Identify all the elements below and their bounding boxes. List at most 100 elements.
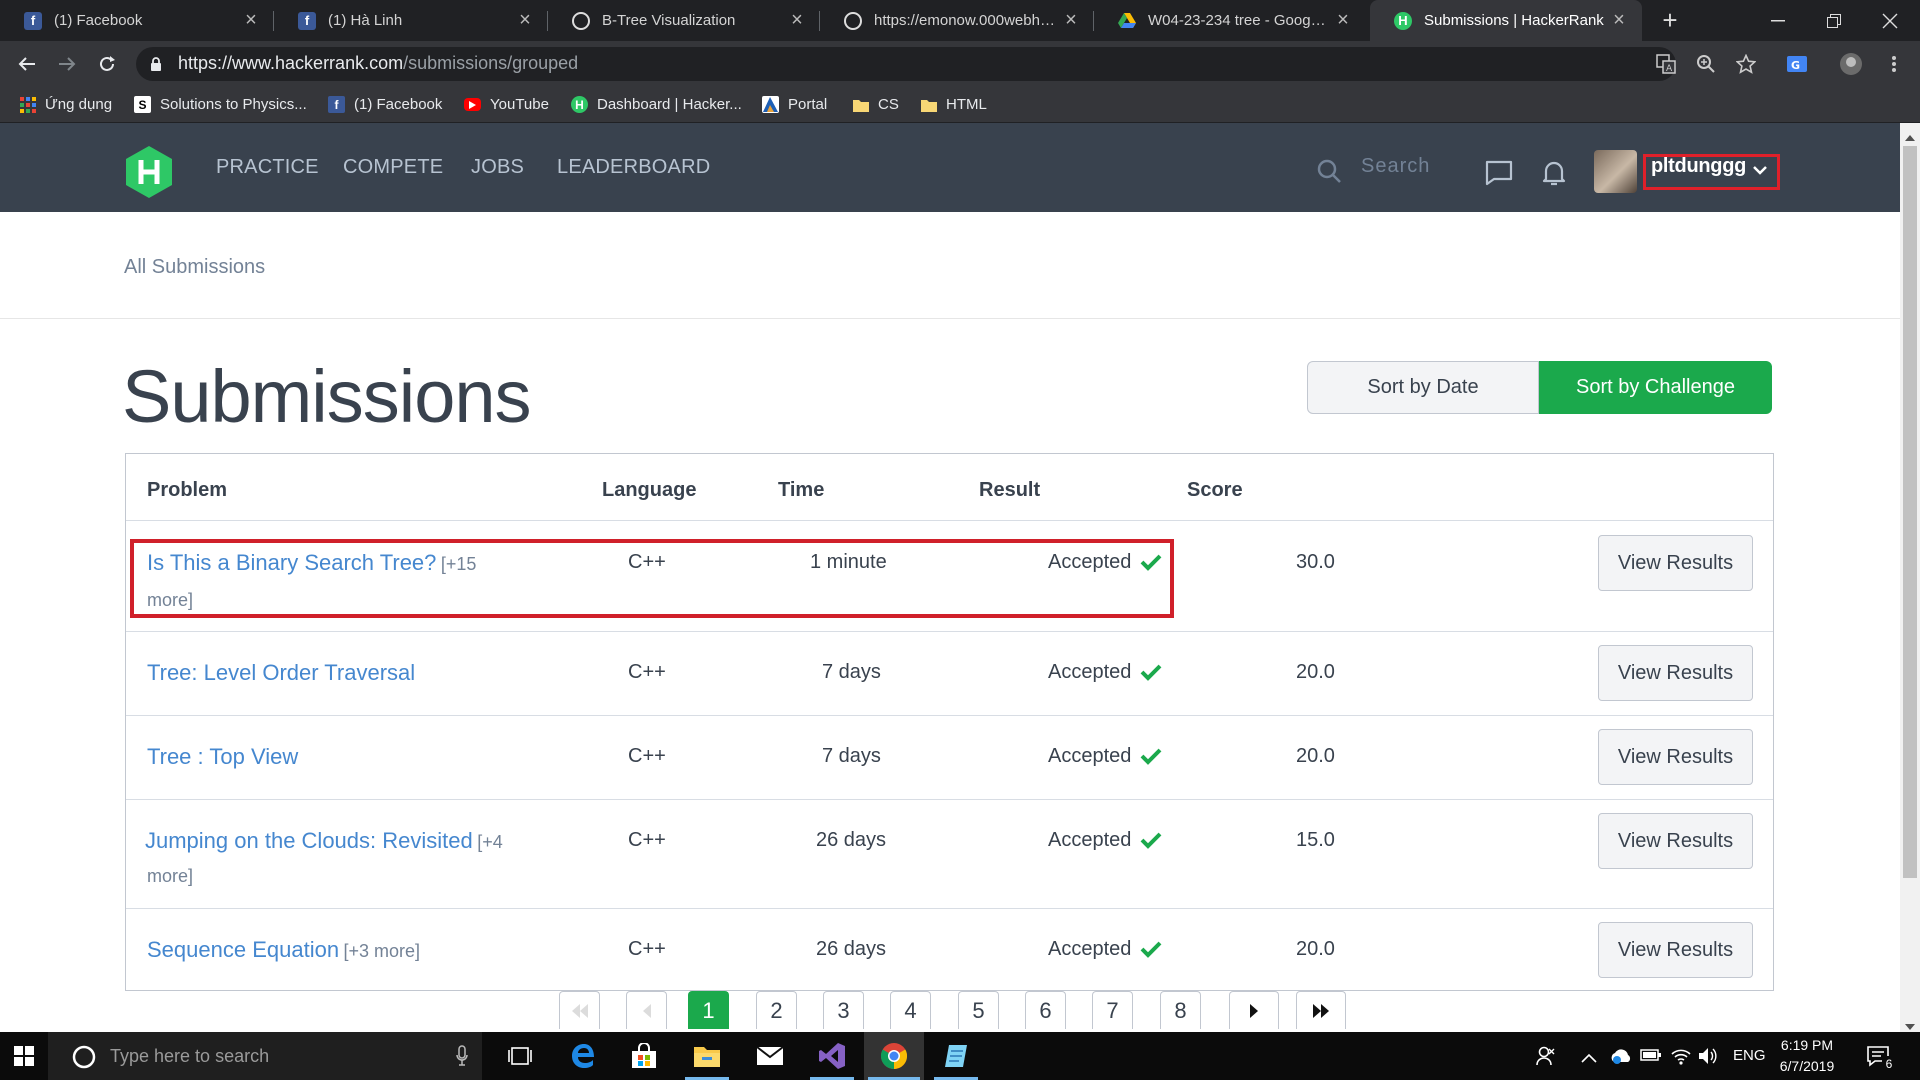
browser-tab[interactable]: f (1) Facebook × [0, 0, 274, 41]
browser-tab-active[interactable]: H Submissions | HackerRank × [1370, 0, 1642, 41]
lock-icon[interactable] [150, 56, 162, 72]
file-explorer-icon[interactable] [677, 1032, 737, 1080]
messages-icon[interactable] [1485, 160, 1513, 191]
chevron-down-icon[interactable] [1752, 163, 1768, 181]
minimize-button[interactable] [1750, 0, 1806, 41]
mail-icon[interactable] [740, 1032, 800, 1080]
bookmark-label: YouTube [490, 96, 549, 113]
nav-jobs[interactable]: JOBS [471, 123, 524, 212]
scribd-icon: S [134, 96, 151, 113]
reload-button[interactable] [90, 41, 124, 86]
page-button[interactable]: 5 [958, 991, 999, 1029]
more-submissions-link[interactable]: more] [147, 866, 193, 887]
time-cell: 26 days [816, 938, 887, 960]
browser-tab[interactable]: B-Tree Visualization × [548, 0, 820, 41]
scrollbar-thumb[interactable] [1903, 146, 1917, 878]
page-button[interactable]: 3 [823, 991, 864, 1029]
close-icon[interactable]: × [516, 9, 534, 32]
new-tab-button[interactable]: + [1655, 0, 1685, 41]
search-input[interactable]: Search [1361, 155, 1430, 178]
close-icon[interactable]: × [1334, 9, 1352, 32]
input-language-indicator[interactable]: ENG [1733, 1047, 1766, 1064]
bookmark-star-icon[interactable] [1729, 47, 1763, 81]
volume-icon[interactable] [1698, 1047, 1718, 1070]
bookmark-apps[interactable]: Ứng dụng [19, 86, 112, 123]
search-icon[interactable] [1316, 158, 1342, 184]
browser-tab[interactable]: f (1) Hà Linh × [274, 0, 548, 41]
back-button[interactable] [10, 41, 44, 86]
globe-icon [844, 11, 862, 30]
system-clock[interactable]: 6:19 PM 6/7/2019 [1768, 1035, 1846, 1077]
browser-tab[interactable]: W04-23-234 tree - Google D × [1094, 0, 1366, 41]
bookmark-html-folder[interactable]: HTML [920, 86, 987, 123]
notepad-app-icon[interactable] [926, 1032, 986, 1080]
bookmark-cs-folder[interactable]: CS [852, 86, 899, 123]
problem-link[interactable]: Tree: Level Order Traversal [147, 655, 415, 691]
chevron-up-icon[interactable] [1581, 1050, 1597, 1068]
bookmark-portal[interactable]: Portal [762, 86, 827, 123]
browser-tab[interactable]: https://emonow.000webhost × [820, 0, 1094, 41]
close-icon[interactable]: × [242, 9, 260, 32]
nav-compete[interactable]: COMPETE [343, 123, 443, 212]
task-view-icon[interactable] [490, 1032, 550, 1080]
nav-practice[interactable]: PRACTICE [216, 123, 319, 212]
problem-link[interactable]: Tree : Top View [147, 739, 298, 775]
forward-button[interactable] [50, 41, 84, 86]
close-icon[interactable]: × [1062, 9, 1080, 32]
last-page-button[interactable] [1296, 991, 1346, 1029]
chrome-taskbar-icon[interactable] [864, 1032, 924, 1080]
close-icon[interactable]: × [1610, 9, 1628, 32]
zoom-icon[interactable] [1689, 47, 1723, 81]
battery-icon[interactable] [1640, 1048, 1662, 1067]
breadcrumb[interactable]: All Submissions [124, 256, 265, 279]
scroll-up-arrow-icon[interactable] [1905, 128, 1915, 146]
problem-link[interactable]: Sequence Equation [147, 937, 339, 962]
bookmark-dashboard[interactable]: H Dashboard | Hacker... [571, 86, 742, 123]
prev-page-button[interactable] [626, 991, 667, 1029]
profile-avatar-icon[interactable] [1834, 47, 1868, 81]
sort-by-date-button[interactable]: Sort by Date [1307, 361, 1539, 414]
onedrive-icon[interactable] [1608, 1046, 1634, 1071]
page-button[interactable]: 8 [1160, 991, 1201, 1029]
nav-leaderboard[interactable]: LEADERBOARD [557, 123, 710, 212]
bookmark-solutions[interactable]: S Solutions to Physics... [134, 86, 307, 123]
page-button[interactable]: 7 [1092, 991, 1133, 1029]
restore-button[interactable] [1806, 0, 1862, 41]
close-icon[interactable]: × [788, 9, 806, 32]
microphone-icon[interactable] [456, 1045, 468, 1072]
problem-link[interactable]: Jumping on the Clouds: Revisited [145, 828, 473, 853]
taskbar-search-input[interactable]: Type here to search [110, 1046, 269, 1067]
next-page-button[interactable] [1229, 991, 1279, 1029]
view-results-button[interactable]: View Results [1598, 813, 1753, 869]
microsoft-store-icon[interactable] [614, 1032, 674, 1080]
edge-browser-icon[interactable] [554, 1032, 614, 1080]
bookmark-youtube[interactable]: YouTube [464, 86, 549, 123]
bookmark-facebook[interactable]: f (1) Facebook [328, 86, 442, 123]
more-submissions-link[interactable]: [+4 [477, 832, 503, 852]
sort-by-challenge-button[interactable]: Sort by Challenge [1539, 361, 1772, 414]
page-button[interactable]: 6 [1025, 991, 1066, 1029]
more-submissions-link[interactable]: [+3 more] [344, 941, 421, 961]
notifications-bell-icon[interactable] [1541, 159, 1567, 192]
google-translate-extension-icon[interactable]: G [1780, 47, 1814, 81]
people-icon[interactable] [1535, 1045, 1557, 1072]
view-results-button[interactable]: View Results [1598, 645, 1753, 701]
url-text[interactable]: https://www.hackerrank.com/submissions/g… [178, 53, 578, 74]
view-results-button[interactable]: View Results [1598, 535, 1753, 591]
page-button[interactable]: 2 [756, 991, 797, 1029]
avatar[interactable] [1594, 150, 1637, 193]
windows-start-icon[interactable] [0, 1032, 48, 1080]
wifi-icon[interactable] [1670, 1046, 1692, 1071]
page-button-current[interactable]: 1 [688, 991, 729, 1029]
chrome-menu-icon[interactable] [1877, 47, 1911, 81]
cortana-circle-icon[interactable] [72, 1045, 96, 1074]
view-results-button[interactable]: View Results [1598, 729, 1753, 785]
first-page-button[interactable] [559, 991, 600, 1029]
view-results-button[interactable]: View Results [1598, 922, 1753, 978]
visual-studio-icon[interactable] [802, 1032, 862, 1080]
page-button[interactable]: 4 [890, 991, 931, 1029]
close-window-button[interactable] [1862, 0, 1918, 41]
translate-icon[interactable]: A [1649, 47, 1683, 81]
username-dropdown[interactable]: pltdunggg [1651, 155, 1746, 178]
hackerrank-logo[interactable] [123, 145, 175, 198]
